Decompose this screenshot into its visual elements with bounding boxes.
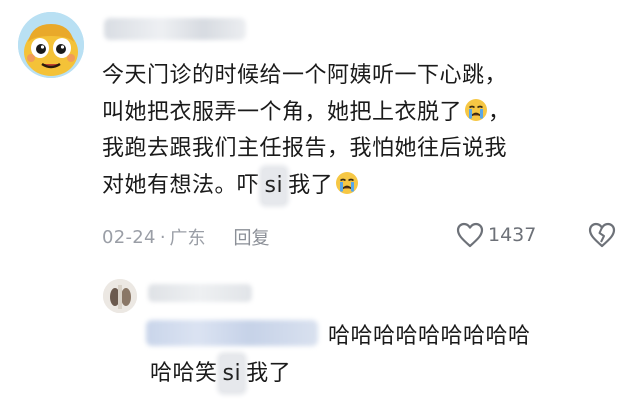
commenter-username-blurred[interactable] bbox=[104, 18, 246, 40]
replier-avatar[interactable] bbox=[103, 279, 137, 313]
comment-line-2: 叫她把衣服弄一个角，她把上衣脱了， bbox=[102, 98, 511, 125]
comment-line-2-text: 叫她把衣服弄一个角，她把上衣脱了 bbox=[102, 99, 463, 125]
comment-screen: 今天门诊的时候给一个阿姨听一下心跳， 叫她把衣服弄一个角，她把上衣脱了， 我跑去… bbox=[0, 0, 644, 405]
like-count: 1437 bbox=[488, 224, 537, 246]
broken-heart-icon[interactable] bbox=[588, 222, 616, 248]
like-button[interactable]: 1437 bbox=[456, 222, 536, 248]
heart-outline-icon bbox=[456, 222, 484, 248]
comment-line-4-tail: 我了 bbox=[288, 172, 334, 198]
reply-line-2: 哈哈笑 si 我了 bbox=[150, 355, 620, 392]
crying-face-emoji-icon bbox=[465, 98, 488, 121]
comment-date: 02-24 bbox=[102, 226, 156, 248]
comment-line-1: 今天门诊的时候给一个阿姨听一下心跳， bbox=[102, 63, 508, 88]
reply-line-1: 哈哈哈哈哈哈哈哈哈 bbox=[150, 318, 620, 355]
reply-line-2-head: 哈哈笑 bbox=[150, 361, 218, 386]
meta-separator: · bbox=[159, 226, 166, 248]
reply-si-blurred-text: si bbox=[219, 355, 245, 392]
comment-location: 广东 bbox=[169, 228, 206, 249]
crying-face-emoji-icon bbox=[336, 171, 359, 194]
replier-username-blurred[interactable] bbox=[148, 284, 252, 302]
comment-meta: 02-24 · 广东 回复 bbox=[102, 224, 270, 250]
reply-line-2-tail: 我了 bbox=[246, 361, 292, 386]
si-blurred-text: si bbox=[261, 167, 287, 204]
comment-line-3: 我跑去跟我们主任报告，我怕她往后说我 bbox=[102, 136, 508, 161]
reply-button[interactable]: 回复 bbox=[234, 224, 270, 250]
comment-line-4-text: 对她有想法。吓 bbox=[102, 172, 260, 198]
reply-line-1-text: 哈哈哈哈哈哈哈哈哈 bbox=[328, 324, 531, 349]
comment-line-4: 对她有想法。吓 si 我了 bbox=[102, 167, 622, 204]
comment-body: 今天门诊的时候给一个阿姨听一下心跳， 叫她把衣服弄一个角，她把上衣脱了， 我跑去… bbox=[102, 58, 622, 204]
reply-body: 哈哈哈哈哈哈哈哈哈 哈哈笑 si 我了 bbox=[150, 318, 620, 392]
commenter-avatar[interactable] bbox=[18, 12, 84, 78]
